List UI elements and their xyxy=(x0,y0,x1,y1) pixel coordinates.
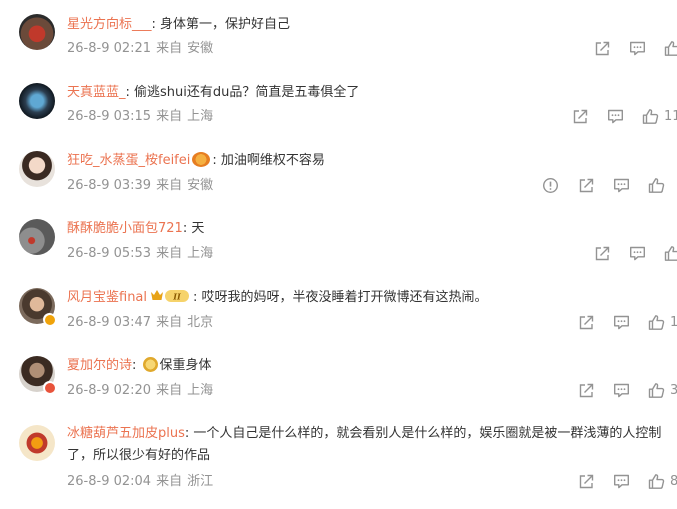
share-icon[interactable] xyxy=(594,40,612,58)
member-crown-icon: II xyxy=(151,290,190,302)
comment-actions: 3 xyxy=(0,382,677,400)
like-count: 3 xyxy=(670,383,677,398)
comment-actions: 8 xyxy=(0,473,677,491)
avatar[interactable] xyxy=(19,425,55,461)
username[interactable]: 风月宝鉴final xyxy=(67,290,147,305)
share-icon[interactable] xyxy=(578,382,596,400)
comment-actions: 1 xyxy=(0,314,677,332)
like-count: 11 xyxy=(664,109,677,124)
emoji-icon xyxy=(142,357,158,372)
thumbs-up-icon[interactable] xyxy=(648,177,666,195)
comment-icon[interactable] xyxy=(613,177,631,195)
username[interactable]: 星光方向标___ xyxy=(67,17,152,32)
thumbs-up-icon[interactable] xyxy=(648,314,666,332)
thumbs-up-icon[interactable] xyxy=(642,108,660,126)
username[interactable]: 冰糖葫芦五加皮plus xyxy=(67,426,185,441)
thumbs-up-icon[interactable] xyxy=(664,245,677,263)
like-count: 8 xyxy=(670,474,677,489)
comment-text: 保重身体 xyxy=(159,358,212,373)
share-icon[interactable] xyxy=(578,314,596,332)
username[interactable]: 酥酥脆脆小面包721 xyxy=(67,221,183,236)
report-icon[interactable] xyxy=(542,177,560,195)
username[interactable]: 狂吃_水蒸蛋_桉feifei xyxy=(67,153,190,168)
thumbs-up-icon[interactable] xyxy=(648,473,666,491)
comment-icon[interactable] xyxy=(629,40,647,58)
svg-text:II: II xyxy=(172,292,181,302)
comment-text: 哎呀我的妈呀，半夜没睡着打开微博还有这热闹。 xyxy=(201,290,488,305)
comment-actions xyxy=(0,40,677,58)
comment-actions xyxy=(0,245,677,263)
emoji-icon xyxy=(192,152,211,167)
thumbs-up-icon[interactable] xyxy=(664,40,677,58)
comment-actions xyxy=(0,177,677,195)
comment-icon[interactable] xyxy=(607,108,625,126)
comment-icon[interactable] xyxy=(629,245,647,263)
comment-text: 天 xyxy=(191,221,205,236)
thumbs-up-icon[interactable] xyxy=(648,382,666,400)
share-icon[interactable] xyxy=(578,177,596,195)
share-icon[interactable] xyxy=(594,245,612,263)
share-icon[interactable] xyxy=(572,108,590,126)
username[interactable]: 天真蓝蓝_ xyxy=(67,85,126,100)
comment-text: 偷逃shui还有du品？简直是五毒俱全了 xyxy=(134,85,360,100)
comment-text: 加油啊维权不容易 xyxy=(220,153,325,168)
username[interactable]: 夏加尔的诗 xyxy=(67,358,132,373)
comment-actions: 11 xyxy=(0,108,677,126)
share-icon[interactable] xyxy=(578,473,596,491)
like-count: 1 xyxy=(670,315,677,330)
comment-icon[interactable] xyxy=(613,382,631,400)
comment-icon[interactable] xyxy=(613,314,631,332)
comment-icon[interactable] xyxy=(613,473,631,491)
comment-text: 身体第一，保护好自己 xyxy=(160,17,291,32)
